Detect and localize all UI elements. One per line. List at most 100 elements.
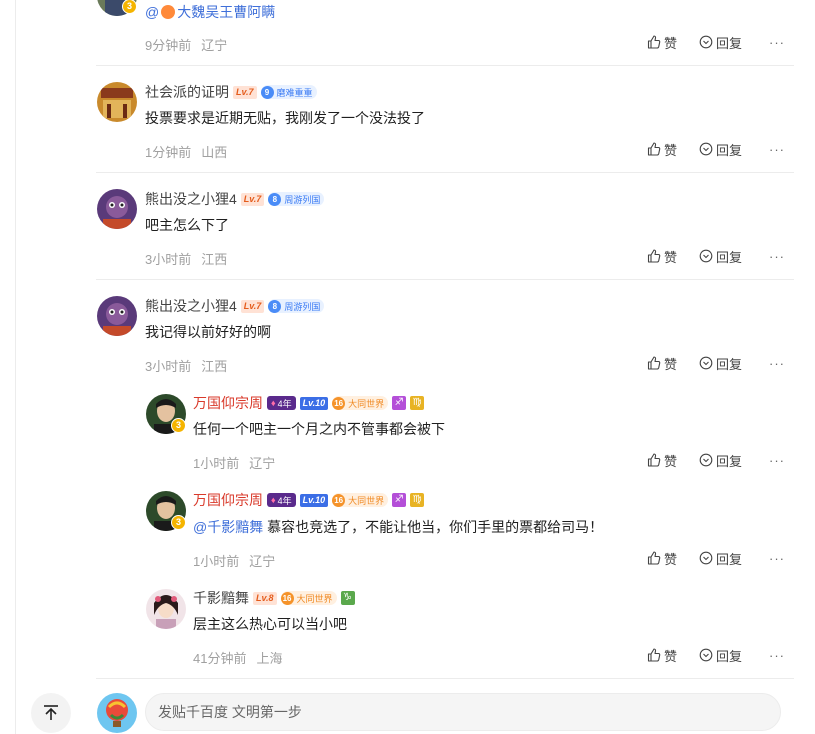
comment-time: 9分钟前 (145, 38, 192, 53)
reply-time: 41分钟前 (193, 651, 247, 666)
reply-bubble-icon (699, 142, 713, 156)
more-button[interactable]: ··· (769, 648, 789, 663)
reply-button[interactable]: 回复 (699, 646, 769, 665)
thumb-up-icon (647, 142, 661, 156)
reply-meta: 1小时前 辽宁 (193, 551, 275, 570)
username[interactable]: 社会派的证明 (145, 82, 229, 102)
more-dots-icon: ··· (769, 141, 785, 157)
member-years-badge: ♦ 4年 (267, 493, 296, 507)
username[interactable]: 熊出没之小狸4 (145, 189, 237, 209)
honor-tag: 8 周游列国 (268, 192, 325, 206)
member-years-text: 4年 (277, 398, 292, 409)
more-dots-icon: ··· (769, 355, 785, 371)
like-button[interactable]: 赞 (647, 354, 699, 373)
mention-user-link[interactable]: @千影黯舞 (193, 519, 263, 535)
honor-tag: 16 大同世界 (332, 396, 389, 410)
reply-label: 回复 (716, 551, 743, 567)
reply-button[interactable]: 回复 (699, 549, 769, 568)
comment-text: 吧主怎么下了 (145, 217, 229, 233)
username[interactable]: 千影黯舞 (193, 588, 249, 608)
divider (96, 678, 794, 679)
comment-text: @ 大魏吴王曹阿瞒 (145, 2, 275, 22)
reply-button[interactable]: 回复 (699, 451, 769, 470)
member-years-text: 4年 (277, 495, 292, 506)
comment-time: 3小时前 (145, 252, 192, 267)
back-to-top-button[interactable] (31, 693, 71, 733)
like-label: 赞 (664, 648, 678, 664)
level-badge: Lv.7 (240, 192, 265, 206)
username[interactable]: 万国仰宗周 (193, 393, 263, 413)
honor-tag: 16 大同世界 (280, 591, 337, 605)
reply-actions: 赞 回复 ··· (647, 646, 789, 664)
more-button[interactable]: ··· (769, 551, 789, 566)
level-badge: Lv.10 (299, 396, 329, 410)
reply-bubble-icon (699, 648, 713, 662)
comment-time: 3小时前 (145, 359, 192, 374)
comment-actions: 赞 回复 ··· (647, 354, 789, 372)
honor-gem-icon: 8 (268, 299, 282, 313)
honor-tag: 16 大同世界 (332, 493, 389, 507)
avatar[interactable] (97, 296, 137, 336)
reply-header: 千影黯舞 Lv.8 16 大同世界 ♑ (193, 589, 355, 607)
comment-header: 熊出没之小狸4 Lv.7 8 周游列国 (145, 189, 325, 209)
avatar[interactable] (97, 189, 137, 229)
more-dots-icon: ··· (769, 647, 785, 663)
virgo-icon: ♍ (410, 493, 425, 507)
reply-bubble-icon (699, 249, 713, 263)
reply-text: @千影黯舞 慕容也竞选了，不能让他当，你们手里的票都给司马！ (193, 517, 603, 537)
avatar[interactable] (146, 589, 186, 629)
like-label: 赞 (664, 35, 678, 51)
like-label: 赞 (664, 356, 678, 372)
like-button[interactable]: 赞 (647, 140, 699, 159)
sagittarius-icon: ♐ (392, 396, 407, 410)
virgo-icon: ♍ (410, 396, 425, 410)
reply-location: 辽宁 (249, 456, 276, 471)
reply-label: 回复 (716, 142, 743, 158)
reply-time: 1小时前 (193, 554, 240, 569)
username[interactable]: 熊出没之小狸4 (145, 296, 237, 316)
like-button[interactable]: 赞 (647, 451, 699, 470)
like-label: 赞 (664, 453, 678, 469)
more-button[interactable]: ··· (769, 35, 789, 50)
like-label: 赞 (664, 551, 678, 567)
comment-location: 江西 (201, 252, 228, 267)
more-button[interactable]: ··· (769, 142, 789, 157)
divider (96, 65, 794, 66)
post-input[interactable] (145, 693, 781, 731)
username[interactable]: 万国仰宗周 (193, 490, 263, 510)
avatar[interactable] (97, 82, 137, 122)
post-bar (0, 680, 815, 734)
reply-label: 回复 (716, 648, 743, 664)
more-button[interactable]: ··· (769, 356, 789, 371)
like-button[interactable]: 赞 (647, 33, 699, 52)
comment-actions: 赞 回复 ··· (647, 247, 789, 265)
mention-user-link[interactable]: 大魏吴王曹阿瞒 (177, 4, 275, 20)
comment-meta: 1分钟前 山西 (145, 142, 227, 161)
like-button[interactable]: 赞 (647, 549, 699, 568)
avatar-level-badge: 3 (171, 515, 186, 530)
reply-actions: 赞 回复 ··· (647, 451, 789, 469)
like-button[interactable]: 赞 (647, 646, 699, 665)
honor-gem-icon: 16 (280, 591, 294, 605)
honor-tag-text: 周游列国 (284, 194, 321, 205)
like-button[interactable]: 赞 (647, 247, 699, 266)
mention-at: @ (145, 4, 160, 20)
comment-time: 1分钟前 (145, 145, 192, 160)
divider (96, 172, 794, 173)
more-button[interactable]: ··· (769, 453, 789, 468)
capricorn-icon: ♑ (340, 591, 355, 605)
reply-time: 1小时前 (193, 456, 240, 471)
reply-button[interactable]: 回复 (699, 354, 769, 373)
my-avatar[interactable] (97, 693, 137, 733)
reply-button[interactable]: 回复 (699, 33, 769, 52)
reply-button[interactable]: 回复 (699, 247, 769, 266)
reply-button[interactable]: 回复 (699, 140, 769, 159)
divider (96, 279, 794, 280)
comment-location: 山西 (201, 145, 228, 160)
more-dots-icon: ··· (769, 34, 785, 50)
flame-icon: ♦ (271, 398, 276, 408)
reply-bubble-icon (699, 35, 713, 49)
reply-meta: 1小时前 辽宁 (193, 453, 275, 472)
more-button[interactable]: ··· (769, 249, 789, 264)
level-badge: Lv.10 (299, 493, 329, 507)
